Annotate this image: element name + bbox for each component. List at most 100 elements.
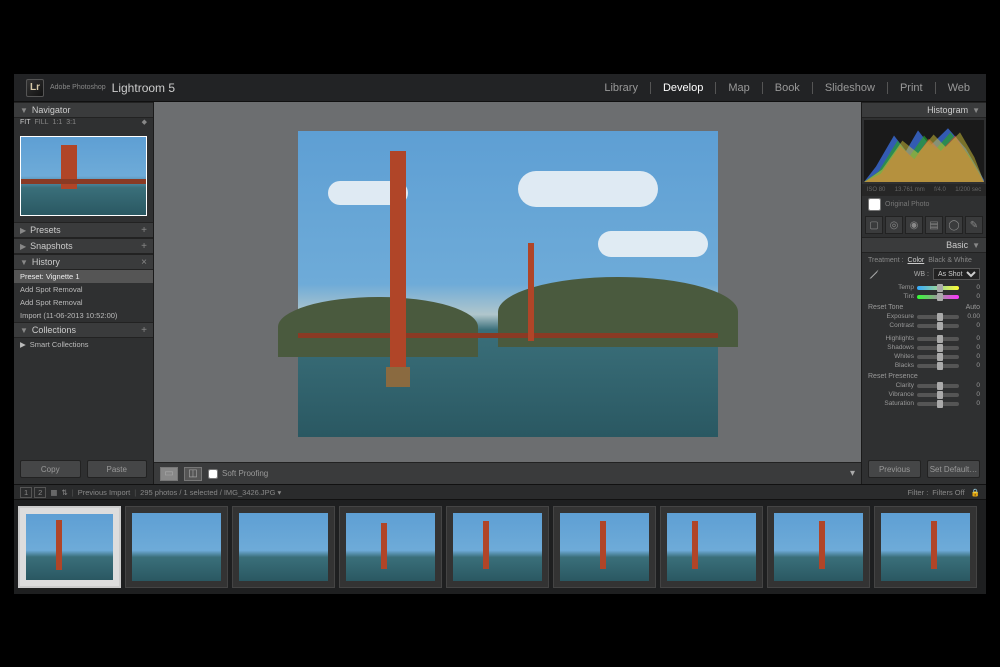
- soft-proofing-checkbox[interactable]: [208, 469, 218, 479]
- histogram-display[interactable]: [864, 120, 984, 182]
- temp-slider[interactable]: [917, 286, 959, 290]
- exposure-value[interactable]: 0.00: [962, 313, 980, 320]
- highlights-value[interactable]: 0: [962, 335, 980, 342]
- lock-icon[interactable]: 🔒: [971, 488, 980, 497]
- radial-tool[interactable]: ◯: [945, 216, 963, 234]
- collections-list: ▶ Smart Collections: [14, 338, 153, 351]
- filmstrip-thumb[interactable]: [553, 506, 656, 588]
- basic-header[interactable]: Basic ▼: [862, 237, 986, 253]
- clarity-value[interactable]: 0: [962, 382, 980, 389]
- set-default-button[interactable]: Set Default…: [927, 460, 980, 478]
- zoom-fill[interactable]: FILL: [35, 119, 49, 126]
- history-item[interactable]: Preset: Vignette 1: [14, 270, 153, 283]
- app-window: Lr Adobe Photoshop Lightroom 5 Library D…: [14, 74, 986, 594]
- module-library[interactable]: Library: [600, 80, 642, 96]
- add-icon[interactable]: +: [141, 241, 147, 252]
- exposure-slider[interactable]: [917, 315, 959, 319]
- module-print[interactable]: Print: [896, 80, 927, 96]
- add-icon[interactable]: +: [141, 325, 147, 336]
- crop-tool[interactable]: ▢: [865, 216, 883, 234]
- reset-presence-button[interactable]: Reset Presence: [868, 373, 918, 380]
- main-photo[interactable]: [298, 131, 718, 437]
- filmstrip-thumb[interactable]: [660, 506, 763, 588]
- eyedropper-icon[interactable]: [868, 268, 880, 280]
- navigator-header[interactable]: ▼ Navigator: [14, 102, 153, 118]
- vibrance-value[interactable]: 0: [962, 391, 980, 398]
- contrast-value[interactable]: 0: [962, 322, 980, 329]
- original-photo-toggle[interactable]: Original Photo: [862, 196, 986, 213]
- before-after-button[interactable]: ◫: [184, 467, 202, 481]
- dropdown-icon[interactable]: ▾: [278, 488, 282, 497]
- grid-icon[interactable]: ▦: [50, 488, 57, 497]
- clarity-slider[interactable]: [917, 384, 959, 388]
- module-web[interactable]: Web: [944, 80, 974, 96]
- previous-button[interactable]: Previous: [868, 460, 921, 478]
- clear-icon[interactable]: ×: [141, 257, 147, 268]
- source-label[interactable]: Previous Import: [78, 488, 131, 497]
- filmstrip-thumb[interactable]: [767, 506, 870, 588]
- history-item[interactable]: Import (11-06-2013 10:52:00): [14, 309, 153, 322]
- navigator-thumbnail[interactable]: [20, 136, 147, 216]
- view-mode-1[interactable]: 1: [20, 487, 32, 498]
- collections-header[interactable]: ▼ Collections +: [14, 322, 153, 338]
- zoom-3-1[interactable]: 3:1: [66, 119, 76, 126]
- paste-button[interactable]: Paste: [87, 460, 148, 478]
- module-book[interactable]: Book: [771, 80, 804, 96]
- vibrance-slider[interactable]: [917, 393, 959, 397]
- wb-label: WB :: [884, 271, 929, 278]
- reset-tone-button[interactable]: Reset Tone: [868, 304, 903, 311]
- saturation-value[interactable]: 0: [962, 400, 980, 407]
- saturation-slider[interactable]: [917, 402, 959, 406]
- original-checkbox[interactable]: [868, 198, 881, 211]
- sort-icon[interactable]: ⇅: [61, 488, 67, 497]
- shadows-value[interactable]: 0: [962, 344, 980, 351]
- module-develop[interactable]: Develop: [659, 80, 707, 96]
- filmstrip-thumb[interactable]: [125, 506, 228, 588]
- copy-button[interactable]: Copy: [20, 460, 81, 478]
- filmstrip[interactable]: [14, 500, 986, 594]
- highlights-slider[interactable]: [917, 337, 959, 341]
- view-mode-2[interactable]: 2: [34, 487, 46, 498]
- whites-slider[interactable]: [917, 355, 959, 359]
- histogram-header[interactable]: Histogram ▼: [862, 102, 986, 118]
- spot-tool[interactable]: ◎: [885, 216, 903, 234]
- tint-slider[interactable]: [917, 295, 959, 299]
- gradient-tool[interactable]: ▤: [925, 216, 943, 234]
- treatment-bw[interactable]: Black & White: [928, 257, 972, 264]
- presets-header[interactable]: ▶ Presets +: [14, 222, 153, 238]
- wb-select[interactable]: As Shot: [933, 268, 980, 280]
- chevron-down-icon: ▼: [972, 241, 980, 250]
- module-map[interactable]: Map: [724, 80, 753, 96]
- history-item[interactable]: Add Spot Removal: [14, 283, 153, 296]
- navigator-preview[interactable]: [14, 130, 153, 222]
- blacks-value[interactable]: 0: [962, 362, 980, 369]
- whites-value[interactable]: 0: [962, 353, 980, 360]
- soft-proofing-toggle[interactable]: Soft Proofing: [208, 469, 268, 479]
- filmstrip-thumb[interactable]: [18, 506, 121, 588]
- snapshots-header[interactable]: ▶ Snapshots +: [14, 238, 153, 254]
- tint-value[interactable]: 0: [962, 293, 980, 300]
- filter-value[interactable]: Filters Off: [932, 488, 964, 497]
- filmstrip-thumb[interactable]: [232, 506, 335, 588]
- history-item[interactable]: Add Spot Removal: [14, 296, 153, 309]
- filmstrip-thumb[interactable]: [339, 506, 442, 588]
- zoom-1-1[interactable]: 1:1: [53, 119, 63, 126]
- collection-item[interactable]: ▶ Smart Collections: [14, 338, 153, 351]
- temp-value[interactable]: 0: [962, 284, 980, 291]
- loupe-view-button[interactable]: ▭: [160, 467, 178, 481]
- contrast-slider[interactable]: [917, 324, 959, 328]
- filmstrip-thumb[interactable]: [874, 506, 977, 588]
- zoom-fit[interactable]: FIT: [20, 119, 31, 126]
- redeye-tool[interactable]: ◉: [905, 216, 923, 234]
- auto-tone-button[interactable]: Auto: [966, 304, 980, 311]
- add-icon[interactable]: +: [141, 225, 147, 236]
- shadows-slider[interactable]: [917, 346, 959, 350]
- blacks-slider[interactable]: [917, 364, 959, 368]
- filmstrip-thumb[interactable]: [446, 506, 549, 588]
- history-header[interactable]: ▼ History ×: [14, 254, 153, 270]
- brush-tool[interactable]: ✎: [965, 216, 983, 234]
- zoom-menu-icon[interactable]: ◆: [142, 118, 147, 126]
- module-slideshow[interactable]: Slideshow: [821, 80, 879, 96]
- treatment-color[interactable]: Color: [908, 257, 925, 264]
- toolbar-menu-icon[interactable]: ▾: [850, 468, 855, 479]
